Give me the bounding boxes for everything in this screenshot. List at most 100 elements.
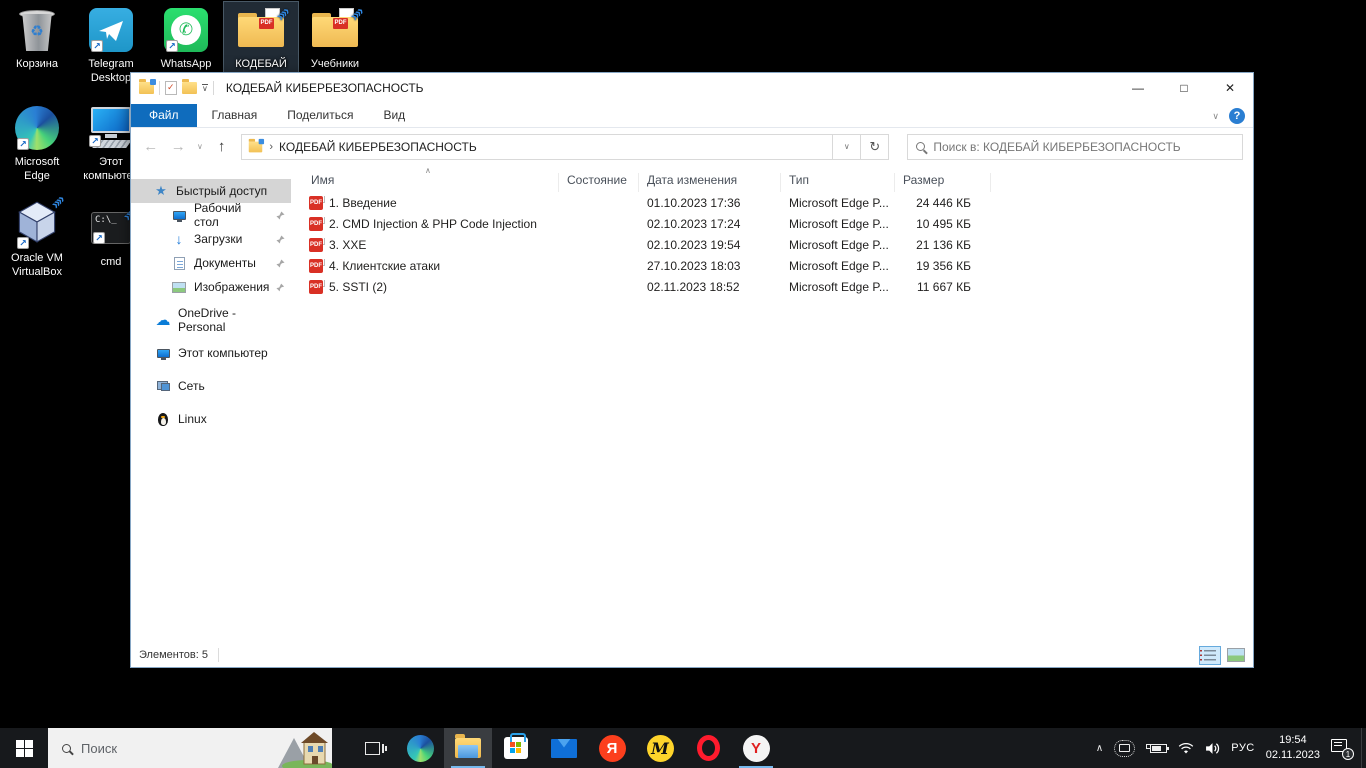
action-center-button[interactable]: 1 [1331,739,1351,757]
column-header-status[interactable]: Состояние [559,173,639,192]
customize-toolbar-button[interactable]: ∨ [202,84,208,92]
sidebar-item-pictures[interactable]: Изображения [131,275,291,299]
expand-ribbon-button[interactable]: ∨ [1212,111,1219,122]
details-view-button[interactable] [1199,646,1221,665]
explorer-search-input[interactable] [933,140,1234,154]
column-header-date[interactable]: Дата изменения [639,173,781,192]
desktop-icon-label: cmd [101,256,122,270]
sidebar-item-desktop[interactable]: Рабочий стол [131,203,291,227]
edge-icon [407,735,434,762]
task-view-icon [365,742,380,755]
pdf-file-icon: PDF [309,196,323,210]
desktop-icon-recycle-bin[interactable]: ♻ Корзина [0,2,74,75]
taskbar-yandex-browser-button[interactable]: Y [732,728,780,768]
sidebar-item-documents[interactable]: Документы [131,251,291,275]
volume-icon[interactable] [1205,742,1220,755]
taskbar-yellow-m-button[interactable]: M [636,728,684,768]
taskbar-search-input[interactable] [81,741,231,756]
pdf-file-icon: PDF [309,280,323,294]
maximize-button[interactable]: □ [1161,73,1207,103]
sidebar-item-this-pc[interactable]: Этот компьютер [131,341,291,365]
tab-file[interactable]: Файл [131,104,197,127]
column-header-size[interactable]: Размер [895,173,991,192]
thumbnails-view-button[interactable] [1227,648,1245,662]
taskbar-opera-button[interactable] [684,728,732,768]
taskbar-search-box[interactable] [48,728,332,768]
clock[interactable]: 19:54 02.11.2023 [1266,733,1320,763]
start-button[interactable] [0,728,48,768]
battery-icon[interactable] [1146,744,1167,753]
cmd-icon: C:\_ »» ↗ [91,212,131,244]
column-header-name[interactable]: Имя [303,173,559,192]
recent-locations-button[interactable]: ∨ [194,142,206,151]
close-button[interactable]: ✕ [1207,73,1253,103]
show-desktop-button[interactable] [1361,728,1366,768]
desktop-icon-uchebniki[interactable]: PDF »» Учебники [298,2,372,75]
yandex-icon: Я [599,735,626,762]
taskbar-mail-button[interactable] [540,728,588,768]
downloads-icon: ↓ [171,233,187,245]
desktop-icon-edge[interactable]: ↗ Microsoft Edge [0,100,74,187]
documents-icon [174,257,185,270]
search-icon [62,744,71,753]
sidebar-item-onedrive[interactable]: ☁ OneDrive - Personal [131,308,291,332]
explorer-search-box[interactable] [907,134,1243,160]
wireless-display-icon[interactable] [1114,740,1135,757]
taskbar-yandex-button[interactable]: Я [588,728,636,768]
column-headers: ∧ Имя Состояние Дата изменения Тип Разме… [303,165,1253,192]
window-folder-icon [139,82,154,94]
ribbon-tabs: Файл Главная Поделиться Вид ∨ ? [131,103,1253,128]
file-row[interactable]: PDF5. SSTI (2) 02.11.2023 18:52 Microsof… [303,276,1253,297]
file-explorer-icon [455,738,481,758]
tray-expand-button[interactable]: ∧ [1096,743,1103,754]
shortcut-arrow-icon: ↗ [166,40,178,52]
taskbar-edge-button[interactable] [396,728,444,768]
desktop-icon-whatsapp[interactable]: ✆ ↗ WhatsApp [149,2,223,75]
tab-share[interactable]: Поделиться [272,104,368,127]
taskbar-store-button[interactable] [492,728,540,768]
back-button[interactable]: ← [139,138,163,155]
desktop-icon-kodebay[interactable]: PDF »» КОДЕБАЙ [224,2,298,75]
tab-home[interactable]: Главная [197,104,273,127]
search-highlight-image[interactable] [274,730,332,768]
tab-view[interactable]: Вид [368,104,420,127]
desktop-icon [173,211,186,220]
help-button[interactable]: ? [1229,108,1245,124]
recycle-bin-icon: ♻ [18,8,56,52]
desktop-icon-label: WhatsApp [161,58,212,72]
title-bar[interactable]: ∨ КОДЕБАЙ КИБЕРБЕЗОПАСНОСТЬ — □ ✕ [131,73,1253,103]
file-list-area: ∧ Имя Состояние Дата изменения Тип Разме… [291,165,1253,643]
this-pc-icon: ↗ [87,105,135,151]
new-folder-button[interactable] [182,82,197,94]
language-indicator[interactable]: РУС [1231,742,1255,754]
task-view-button[interactable] [348,728,396,768]
sidebar-item-linux[interactable]: Linux [131,407,291,431]
file-row[interactable]: PDF2. CMD Injection & PHP Code Injection… [303,213,1253,234]
refresh-button[interactable]: ↻ [861,134,889,160]
quick-access-toolbar: ∨ [131,81,220,95]
breadcrumb[interactable]: КОДЕБАЙ КИБЕРБЕЗОПАСНОСТЬ [279,140,477,154]
virtualbox-icon: »» ↗ [15,200,59,249]
properties-button[interactable] [165,81,177,95]
wifi-icon[interactable] [1178,742,1194,755]
sidebar-item-downloads[interactable]: ↓ Загрузки [131,227,291,251]
taskbar: Я M Y ∧ РУС 19:54 02.11.2023 1 [0,728,1366,768]
file-row[interactable]: PDF3. XXE 02.10.2023 19:54 Microsoft Edg… [303,234,1253,255]
onedrive-cloud-icon: ☁ [155,311,171,329]
up-button[interactable]: ↑ [210,138,234,155]
file-row[interactable]: PDF4. Клиентские атаки 27.10.2023 18:03 … [303,255,1253,276]
taskbar-explorer-button[interactable] [444,728,492,768]
sidebar-item-quick-access[interactable]: ★ Быстрый доступ [131,179,291,203]
navigation-pane: ★ Быстрый доступ Рабочий стол ↓ Загрузки… [131,165,291,643]
tray-time: 19:54 [1266,733,1320,748]
address-dropdown-button[interactable]: ∨ [833,134,861,160]
sidebar-item-network[interactable]: Сеть [131,374,291,398]
desktop-icon-virtualbox[interactable]: »» ↗ Oracle VM VirtualBox [0,196,74,283]
address-bar[interactable]: › КОДЕБАЙ КИБЕРБЕЗОПАСНОСТЬ [241,134,833,160]
column-header-type[interactable]: Тип [781,173,895,192]
minimize-button[interactable]: — [1115,73,1161,103]
file-row[interactable]: PDF1. Введение 01.10.2023 17:36 Microsof… [303,192,1253,213]
search-icon [916,142,925,151]
forward-button[interactable]: → [167,138,191,155]
pin-icon [276,283,285,292]
